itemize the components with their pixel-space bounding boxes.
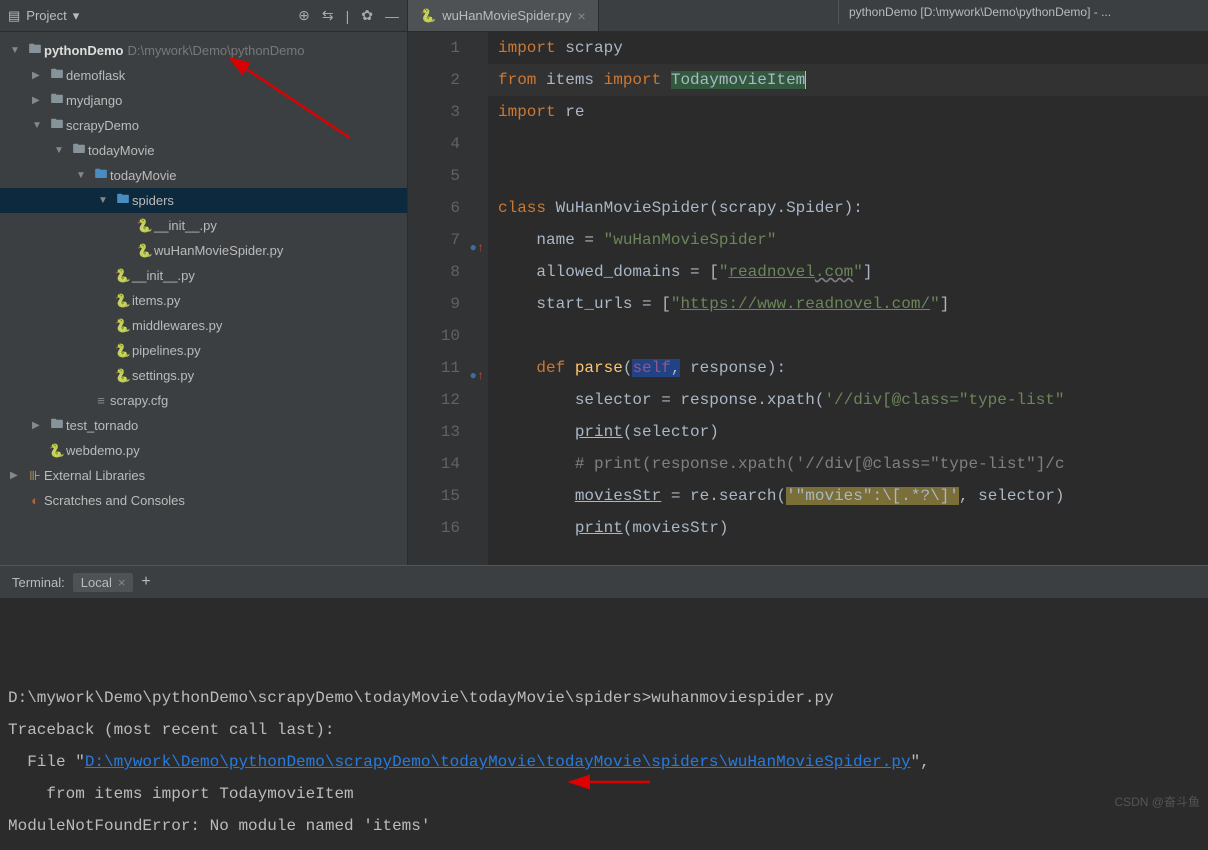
project-icon: ▤	[8, 8, 20, 24]
tree-item[interactable]: ▼🖿scrapyDemo	[0, 113, 407, 138]
chevron-down-icon: ▾	[73, 8, 80, 24]
tree-item[interactable]: ▼🖿spiders	[0, 188, 407, 213]
add-terminal-button[interactable]: +	[141, 573, 150, 591]
terminal-tab-label: Local	[81, 575, 112, 590]
tree-item[interactable]: ▶🖿test_tornado	[0, 413, 407, 438]
tree-item[interactable]: ▶🖿demoflask	[0, 63, 407, 88]
terminal-body[interactable]: D:\mywork\Demo\pythonDemo\scrapyDemo\tod…	[0, 598, 1208, 850]
tree-item[interactable]: ▼🖿todayMovie	[0, 163, 407, 188]
terminal-line: D:\mywork\Demo\pythonDemo\scrapyDemo\tod…	[8, 682, 1200, 714]
terminal-line: ModuleNotFoundError: No module named 'it…	[8, 810, 1200, 842]
terminal-header: Terminal: Local × +	[0, 566, 1208, 598]
tree-item[interactable]: ◐Scratches and Consoles	[0, 488, 407, 513]
tree-item[interactable]: 🐍items.py	[0, 288, 407, 313]
project-panel: ▤ Project ▾ ⊕ ⇆ | ✿ — ▼🖿pythonDemoD:\myw…	[0, 0, 408, 565]
tree-item[interactable]: ▶⊪External Libraries	[0, 463, 407, 488]
close-icon[interactable]: ×	[118, 575, 126, 590]
tree-item[interactable]: ≡scrapy.cfg	[0, 388, 407, 413]
minimize-icon[interactable]: —	[385, 8, 399, 24]
tree-item[interactable]: ▼🖿todayMovie	[0, 138, 407, 163]
tree-item[interactable]: 🐍wuHanMovieSpider.py	[0, 238, 407, 263]
code-editor[interactable]: 12345678910111213141516●↑●↑ import scrap…	[408, 32, 1208, 565]
project-dropdown[interactable]: ▤ Project ▾	[8, 8, 79, 24]
terminal-tab[interactable]: Local ×	[73, 573, 134, 592]
tab-wuhanmoviespider[interactable]: 🐍 wuHanMovieSpider.py ×	[408, 0, 599, 31]
project-tree[interactable]: ▼🖿pythonDemoD:\mywork\Demo\pythonDemo▶🖿d…	[0, 32, 407, 565]
terminal-line: from items import TodaymovieItem	[8, 778, 1200, 810]
window-title: pythonDemo [D:\mywork\Demo\pythonDemo] -…	[849, 5, 1111, 19]
target-icon[interactable]: ⊕	[298, 7, 310, 24]
title-bar: pythonDemo [D:\mywork\Demo\pythonDemo] -…	[838, 0, 1208, 24]
tree-item[interactable]: 🐍webdemo.py	[0, 438, 407, 463]
terminal-title: Terminal:	[12, 575, 65, 590]
tree-item[interactable]: 🐍pipelines.py	[0, 338, 407, 363]
tree-item[interactable]: 🐍__init__.py	[0, 263, 407, 288]
tree-item[interactable]: ▼🖿pythonDemoD:\mywork\Demo\pythonDemo	[0, 38, 407, 63]
tab-label: wuHanMovieSpider.py	[442, 8, 571, 23]
watermark: CSDN @奋斗鱼	[1114, 793, 1200, 810]
project-title: Project	[26, 8, 66, 23]
code-body[interactable]: import scrapyfrom items import Todaymovi…	[488, 32, 1208, 565]
terminal-line: File "D:\mywork\Demo\pythonDemo\scrapyDe…	[8, 746, 1200, 778]
tree-item[interactable]: 🐍settings.py	[0, 363, 407, 388]
gutter: 12345678910111213141516●↑●↑	[408, 32, 488, 565]
tree-item[interactable]: 🐍__init__.py	[0, 213, 407, 238]
project-header: ▤ Project ▾ ⊕ ⇆ | ✿ —	[0, 0, 407, 32]
editor-area: 🐍 wuHanMovieSpider.py × 1234567891011121…	[408, 0, 1208, 565]
terminal-panel: Terminal: Local × + D:\mywork\Demo\pytho…	[0, 565, 1208, 816]
terminal-line: Traceback (most recent call last):	[8, 714, 1200, 746]
tree-item[interactable]: 🐍middlewares.py	[0, 313, 407, 338]
tree-item[interactable]: ▶🖿mydjango	[0, 88, 407, 113]
close-icon[interactable]: ×	[578, 8, 586, 24]
gear-icon[interactable]: ✿	[361, 7, 373, 24]
collapse-icon[interactable]: ⇆	[322, 7, 334, 24]
python-icon: 🐍	[420, 8, 436, 24]
